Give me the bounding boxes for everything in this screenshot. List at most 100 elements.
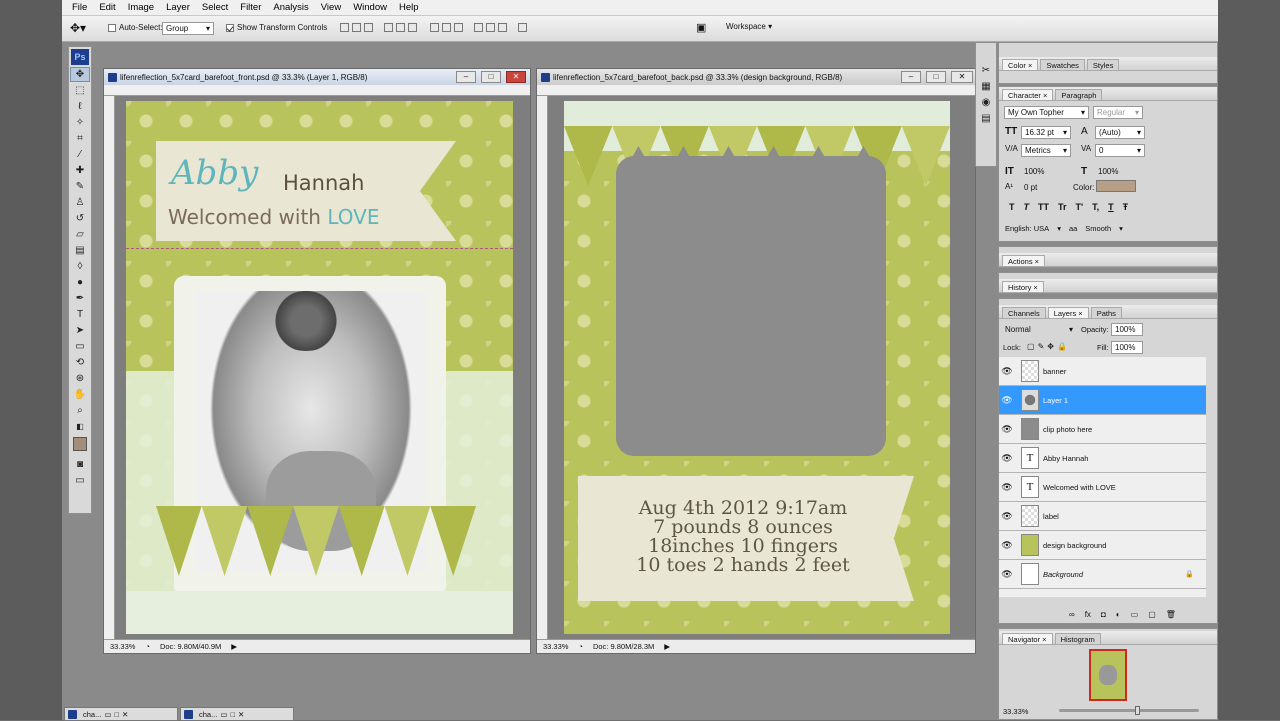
blend-mode-select[interactable]: Normal ▾ [1002, 323, 1076, 336]
maximize-button[interactable]: □ [481, 71, 501, 83]
auto-select-dropdown[interactable]: Group ▾ [162, 22, 214, 35]
shape-tool-icon[interactable]: ▭ [70, 339, 90, 354]
small-caps-button[interactable]: Tr [1058, 202, 1067, 212]
link-layers-icon[interactable]: ∞ [1069, 610, 1075, 619]
gradient-tool-icon[interactable]: ▤ [70, 243, 90, 258]
distribute-bottom-icon[interactable] [454, 23, 463, 32]
distribute-hcenter-icon[interactable] [486, 23, 495, 32]
align-vcenter-icon[interactable] [352, 23, 361, 32]
blur-tool-icon[interactable]: ◊ [70, 259, 90, 274]
layer-row[interactable]: 👁 Background 🔒 [999, 560, 1206, 589]
maximize-button[interactable]: □ [926, 71, 946, 83]
transform-controls[interactable]: Show Transform Controls [226, 23, 327, 32]
zoom-slider-thumb[interactable] [1135, 706, 1140, 715]
layer-row[interactable]: 👁 Layer 1 [999, 386, 1206, 415]
tab-channels[interactable]: Channels [1002, 307, 1046, 318]
font-style-select[interactable]: Regular ▾ [1093, 106, 1143, 119]
menu-image[interactable]: Image [122, 2, 160, 13]
eraser-tool-icon[interactable]: ▱ [70, 227, 90, 242]
menu-file[interactable]: File [66, 2, 93, 13]
close-button[interactable]: ✕ [951, 71, 973, 83]
align-bottom-icon[interactable] [364, 23, 373, 32]
text-color-swatch[interactable] [1096, 180, 1136, 192]
font-size-input[interactable]: 16.32 pt ▾ [1021, 126, 1071, 139]
zoom-tool-icon[interactable]: ⌕ [70, 403, 90, 418]
auto-select[interactable]: Auto-Select: [108, 23, 163, 32]
tab-color[interactable]: Color × [1002, 59, 1039, 70]
move-tool-icon[interactable]: ✥▾ [70, 21, 86, 35]
anti-alias-select[interactable]: Smooth [1085, 224, 1111, 233]
marquee-tool-icon[interactable]: ⬚ [70, 83, 90, 98]
layer-row[interactable]: 👁 clip photo here [999, 415, 1206, 444]
auto-select-checkbox[interactable] [108, 23, 116, 32]
bridge-icon[interactable]: ▣ [696, 21, 706, 34]
menu-layer[interactable]: Layer [160, 2, 196, 13]
tracking-input[interactable]: 0 ▾ [1095, 144, 1145, 157]
menu-filter[interactable]: Filter [234, 2, 267, 13]
card-back[interactable]: Aug 4th 2012 9:17am 7 pounds 8 ounces 18… [564, 101, 950, 634]
move-tool-icon[interactable]: ✥ [70, 67, 90, 82]
menu-select[interactable]: Select [196, 2, 234, 13]
minimized-window-1[interactable]: cha... ▭ □ ✕ [64, 707, 178, 721]
menu-analysis[interactable]: Analysis [267, 2, 314, 13]
zoom-level[interactable]: 33.33% [543, 642, 568, 651]
delete-layer-icon[interactable]: 🗑 [1166, 610, 1176, 619]
notes-icon[interactable]: ▤ [976, 111, 996, 126]
foreground-color-swatch[interactable] [73, 437, 87, 451]
distribute-left-icon[interactable] [474, 23, 483, 32]
tab-histogram[interactable]: Histogram [1054, 633, 1101, 644]
layer-row[interactable]: 👁 banner [999, 357, 1206, 386]
subscript-button[interactable]: T, [1092, 202, 1099, 212]
align-top-icon[interactable] [340, 23, 349, 32]
close-icon[interactable]: ✕ [122, 710, 128, 719]
layer-row[interactable]: 👁 design background [999, 531, 1206, 560]
layer-row[interactable]: 👁 label [999, 502, 1206, 531]
eyedropper-tool-icon[interactable]: ⁄ [70, 147, 90, 162]
tab-character[interactable]: Character × [1002, 89, 1054, 100]
default-colors-icon[interactable]: ◧ [70, 419, 90, 434]
visibility-eye-icon[interactable]: 👁 [999, 424, 1015, 435]
crop-tool-icon[interactable]: ⌗ [70, 131, 90, 146]
lock-all-icon[interactable]: 🔒 [1057, 342, 1067, 351]
visibility-eye-icon[interactable]: 👁 [999, 482, 1015, 493]
lock-transparency-icon[interactable]: ▢ [1027, 342, 1035, 351]
navigator-preview[interactable] [1089, 649, 1127, 701]
faux-bold-button[interactable]: T [1009, 202, 1015, 212]
navigator-zoom[interactable]: 33.33% [1003, 707, 1028, 716]
menu-edit[interactable]: Edit [93, 2, 121, 13]
opacity-input[interactable]: 100% [1111, 323, 1143, 336]
menu-view[interactable]: View [315, 2, 347, 13]
lock-position-icon[interactable]: ✥ [1047, 342, 1054, 351]
add-mask-icon[interactable]: ◘ [1101, 610, 1106, 619]
maximize-icon[interactable]: □ [230, 710, 235, 719]
horizontal-scale-input[interactable]: 100% [1095, 165, 1145, 178]
screen-mode-icon[interactable]: ▭ [70, 473, 90, 488]
transform-checkbox[interactable] [226, 23, 234, 32]
3d-rotate-icon[interactable]: ⟲ [70, 355, 90, 370]
maximize-icon[interactable]: □ [114, 710, 119, 719]
restore-icon[interactable]: ▭ [104, 710, 111, 719]
faux-italic-button[interactable]: T [1024, 202, 1030, 212]
layer-row[interactable]: 👁 T Abby Hannah [999, 444, 1206, 473]
magic-wand-icon[interactable]: ✧ [70, 115, 90, 130]
pen-tool-icon[interactable]: ✒ [70, 291, 90, 306]
tab-history[interactable]: History × [1002, 281, 1044, 292]
language-select[interactable]: English: USA [1005, 224, 1049, 233]
baseline-input[interactable]: 0 pt [1021, 181, 1071, 194]
tab-paragraph[interactable]: Paragraph [1055, 89, 1103, 100]
distribute-top-icon[interactable] [430, 23, 439, 32]
lasso-tool-icon[interactable]: ℓ [70, 99, 90, 114]
auto-align-icon[interactable] [518, 23, 527, 32]
visibility-eye-icon[interactable]: 👁 [999, 366, 1015, 377]
3d-orbit-icon[interactable]: ⊛ [70, 371, 90, 386]
minimize-button[interactable]: – [901, 71, 921, 83]
visibility-eye-icon[interactable]: 👁 [999, 540, 1015, 551]
close-button[interactable]: ✕ [506, 71, 526, 83]
strikethrough-button[interactable]: Ŧ [1123, 202, 1129, 212]
all-caps-button[interactable]: TT [1038, 202, 1049, 212]
tab-paths[interactable]: Paths [1090, 307, 1122, 318]
clone-stamp-icon[interactable]: ♙ [70, 195, 90, 210]
distribute-vcenter-icon[interactable] [442, 23, 451, 32]
zoom-level[interactable]: 33.33% [110, 642, 135, 651]
card-front[interactable]: Abby Hannah Welcomed with LOVE [126, 101, 513, 634]
